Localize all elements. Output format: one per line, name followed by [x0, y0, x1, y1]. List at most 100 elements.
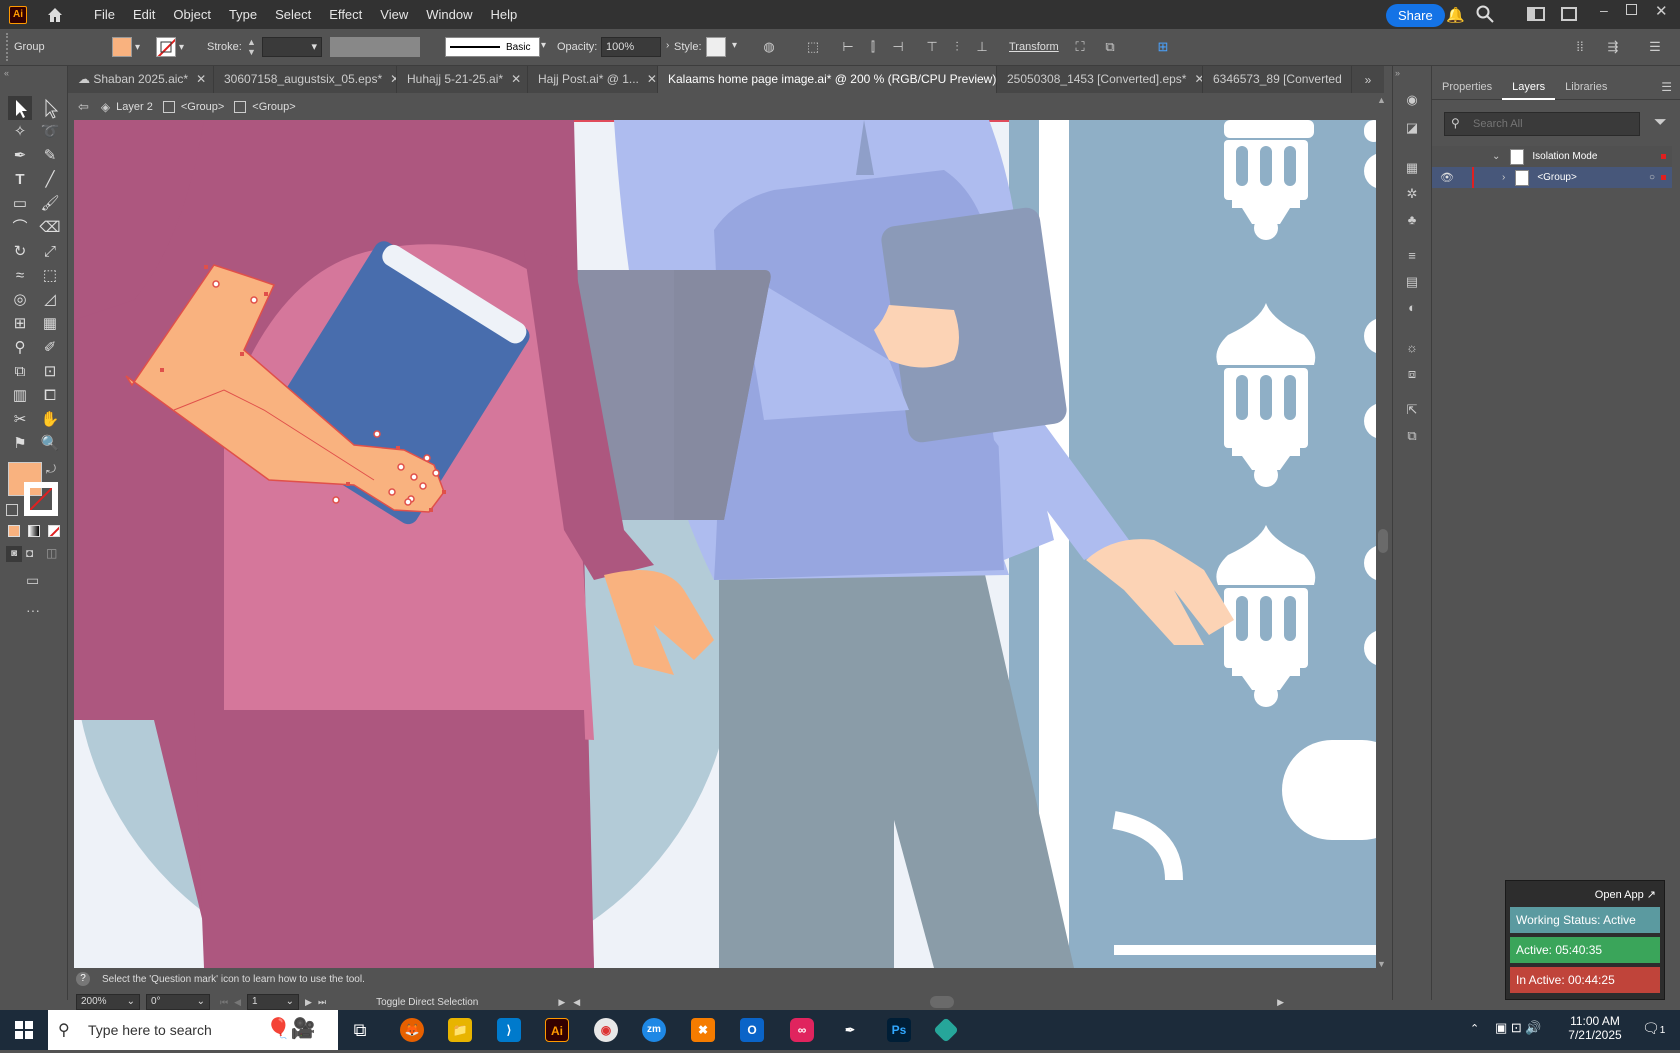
swatches-icon[interactable]: ▦ [1402, 158, 1422, 178]
chevron-right-icon[interactable]: › [666, 40, 669, 51]
symbol-sprayer-icon[interactable]: ⊡ [38, 360, 62, 384]
blend-tool-icon[interactable]: ⧉ [8, 360, 32, 384]
graph-tool-icon[interactable]: ▥ [8, 384, 32, 408]
artwork[interactable] [74, 120, 1376, 968]
mesh-tool-icon[interactable]: ⊞ [8, 312, 32, 336]
variable-width-profile[interactable] [330, 37, 420, 57]
zoom-app-icon[interactable]: zm [642, 1018, 666, 1042]
brush-definition[interactable]: Basic [445, 37, 540, 57]
eraser-icon[interactable]: ⌫ [38, 216, 62, 240]
scroll-thumb[interactable] [1378, 529, 1388, 553]
tab-document[interactable]: ☁ Shaban 2025.aic* ✕ [68, 66, 214, 93]
app-diamond-icon[interactable] [933, 1017, 959, 1043]
menu-view[interactable]: View [371, 0, 417, 29]
firefox-icon[interactable]: 🦊 [400, 1018, 424, 1042]
scroll-right-icon[interactable]: ▶ [1277, 997, 1284, 1008]
chevron-down-icon[interactable]: ⌄ [1492, 151, 1500, 162]
shape-builder-icon[interactable]: ◎ [8, 288, 32, 312]
edit-toolbar-icon[interactable]: ··· [26, 602, 40, 618]
graphic-styles-icon[interactable]: ⧈ [1402, 364, 1422, 384]
close-tab-icon[interactable]: ✕ [511, 72, 521, 86]
close-tab-icon[interactable]: ✕ [196, 72, 206, 86]
xampp-icon[interactable]: ✖ [691, 1018, 715, 1042]
task-view-icon[interactable]: ⧉ [340, 1010, 380, 1050]
artboard-field[interactable]: 1 ⌄ [247, 994, 300, 1010]
gradient-mode-icon[interactable] [28, 525, 40, 537]
perspective-grid-icon[interactable]: ◿ [38, 288, 62, 312]
windows-start-icon[interactable] [4, 1010, 44, 1050]
type-tool-icon[interactable]: T [8, 168, 32, 192]
curvature-tool-icon[interactable]: ✎ [38, 144, 62, 168]
direct-selection-tool-icon[interactable] [38, 96, 62, 120]
restore-icon[interactable] [1626, 4, 1637, 15]
pen-app-icon[interactable]: ✒ [838, 1018, 862, 1042]
target-icon[interactable]: ○ [1649, 172, 1655, 183]
menu-type[interactable]: Type [220, 0, 266, 29]
free-transform-icon[interactable]: ⬚ [38, 264, 62, 288]
file-explorer-icon[interactable]: 📁 [448, 1018, 472, 1042]
chevron-down-icon[interactable]: ▾ [179, 42, 184, 53]
close-tab-icon[interactable]: ✕ [647, 72, 657, 86]
gradient-panel-icon[interactable]: ▤ [1402, 272, 1422, 292]
warp-tool-icon[interactable]: ≈ [8, 264, 32, 288]
tab-document[interactable]: 25050308_1453 [Converted].eps* ✕ [997, 66, 1203, 93]
selection-tool-icon[interactable] [8, 96, 32, 120]
open-app-link[interactable]: Open App ↗ [1506, 881, 1664, 907]
rotation-field[interactable]: 0° ⌄ [146, 994, 210, 1010]
brushes-icon[interactable]: ✲ [1402, 184, 1422, 204]
eyedropper-icon[interactable]: ⚲ [8, 336, 32, 360]
artboard-tool-icon[interactable]: ⧠ [38, 384, 62, 408]
chevron-down-icon[interactable]: ▾ [135, 42, 140, 53]
layers-search-input[interactable] [1473, 115, 1633, 133]
close-window-icon[interactable]: ✕ [1655, 2, 1668, 20]
bell-icon[interactable]: 🔔 [1446, 6, 1465, 24]
breadcrumb-layer[interactable]: Layer 2 [116, 101, 153, 113]
menu-effect[interactable]: Effect [320, 0, 371, 29]
artboard-canvas[interactable] [74, 120, 1376, 968]
draw-behind-icon[interactable]: ◘ [26, 546, 33, 560]
slice-tool-icon[interactable]: ✂ [8, 408, 32, 432]
previous-artboard-icon[interactable]: ◀ [234, 997, 241, 1008]
draw-normal-icon[interactable]: ◙ [6, 546, 22, 562]
zoom-tool-icon[interactable]: 🔍 [38, 432, 62, 456]
stroke-swatch[interactable] [156, 37, 176, 57]
isolate-icon[interactable]: ⧉ [1100, 37, 1120, 57]
minimize-icon[interactable]: – [1600, 2, 1608, 18]
scale-tool-icon[interactable]: ⤢ [38, 240, 62, 264]
menu-select[interactable]: Select [266, 0, 320, 29]
scroll-left-icon[interactable]: ◀ [573, 997, 580, 1008]
show-hidden-icons[interactable]: ⌃ [1470, 1022, 1479, 1035]
chevron-down-icon[interactable]: ▾ [541, 40, 546, 51]
paintbrush-icon[interactable]: 🖌 [38, 192, 62, 216]
align-top-icon[interactable]: ⊤ [922, 37, 942, 57]
color-mode-icon[interactable] [8, 525, 20, 537]
tab-document[interactable]: Huhajj 5-21-25.ai* ✕ [397, 66, 528, 93]
outlook-icon[interactable]: O [740, 1018, 764, 1042]
export-icon[interactable]: ⇱ [1402, 400, 1422, 420]
layer-name[interactable]: <Group> [1537, 172, 1576, 183]
search-icon[interactable] [1476, 5, 1494, 26]
align-to-icon[interactable]: ⬚ [803, 37, 823, 57]
layer-name[interactable]: Isolation Mode [1532, 151, 1597, 162]
swap-colors-icon[interactable]: ⤾ [46, 462, 56, 477]
magic-wand-icon[interactable]: ✧ [8, 120, 32, 144]
fill-swatch-control[interactable]: ▾ [112, 37, 140, 57]
eye-icon[interactable]: 👁 [1440, 171, 1454, 184]
tab-document[interactable]: 6346573_89 [Converted [1203, 66, 1352, 93]
balloons-icon[interactable]: 🎈🎥 [266, 1016, 316, 1041]
layer-row-group[interactable]: 👁 › <Group> ○ [1432, 167, 1672, 188]
stroke-weight-field[interactable]: ▾ [262, 37, 322, 57]
symbols-icon[interactable]: ♣ [1402, 210, 1422, 230]
measure-icon[interactable]: ✐ [38, 336, 62, 360]
artboards-icon[interactable]: ⧉ [1402, 426, 1422, 446]
help-icon[interactable]: ? [76, 972, 90, 986]
gradient-tool-icon[interactable]: ▦ [38, 312, 62, 336]
hand-tool-icon[interactable]: ✋ [38, 408, 62, 432]
default-colors-icon[interactable] [6, 504, 18, 516]
menu-window[interactable]: Window [417, 0, 481, 29]
tab-document[interactable]: 30607158_augustsix_05.eps* ✕ [214, 66, 397, 93]
rotate-tool-icon[interactable]: ↻ [8, 240, 32, 264]
stroke-color-icon[interactable] [24, 482, 58, 516]
status-menu-icon[interactable]: ▶ [558, 997, 565, 1008]
align-middle-icon[interactable]: ⫶ [947, 37, 967, 57]
